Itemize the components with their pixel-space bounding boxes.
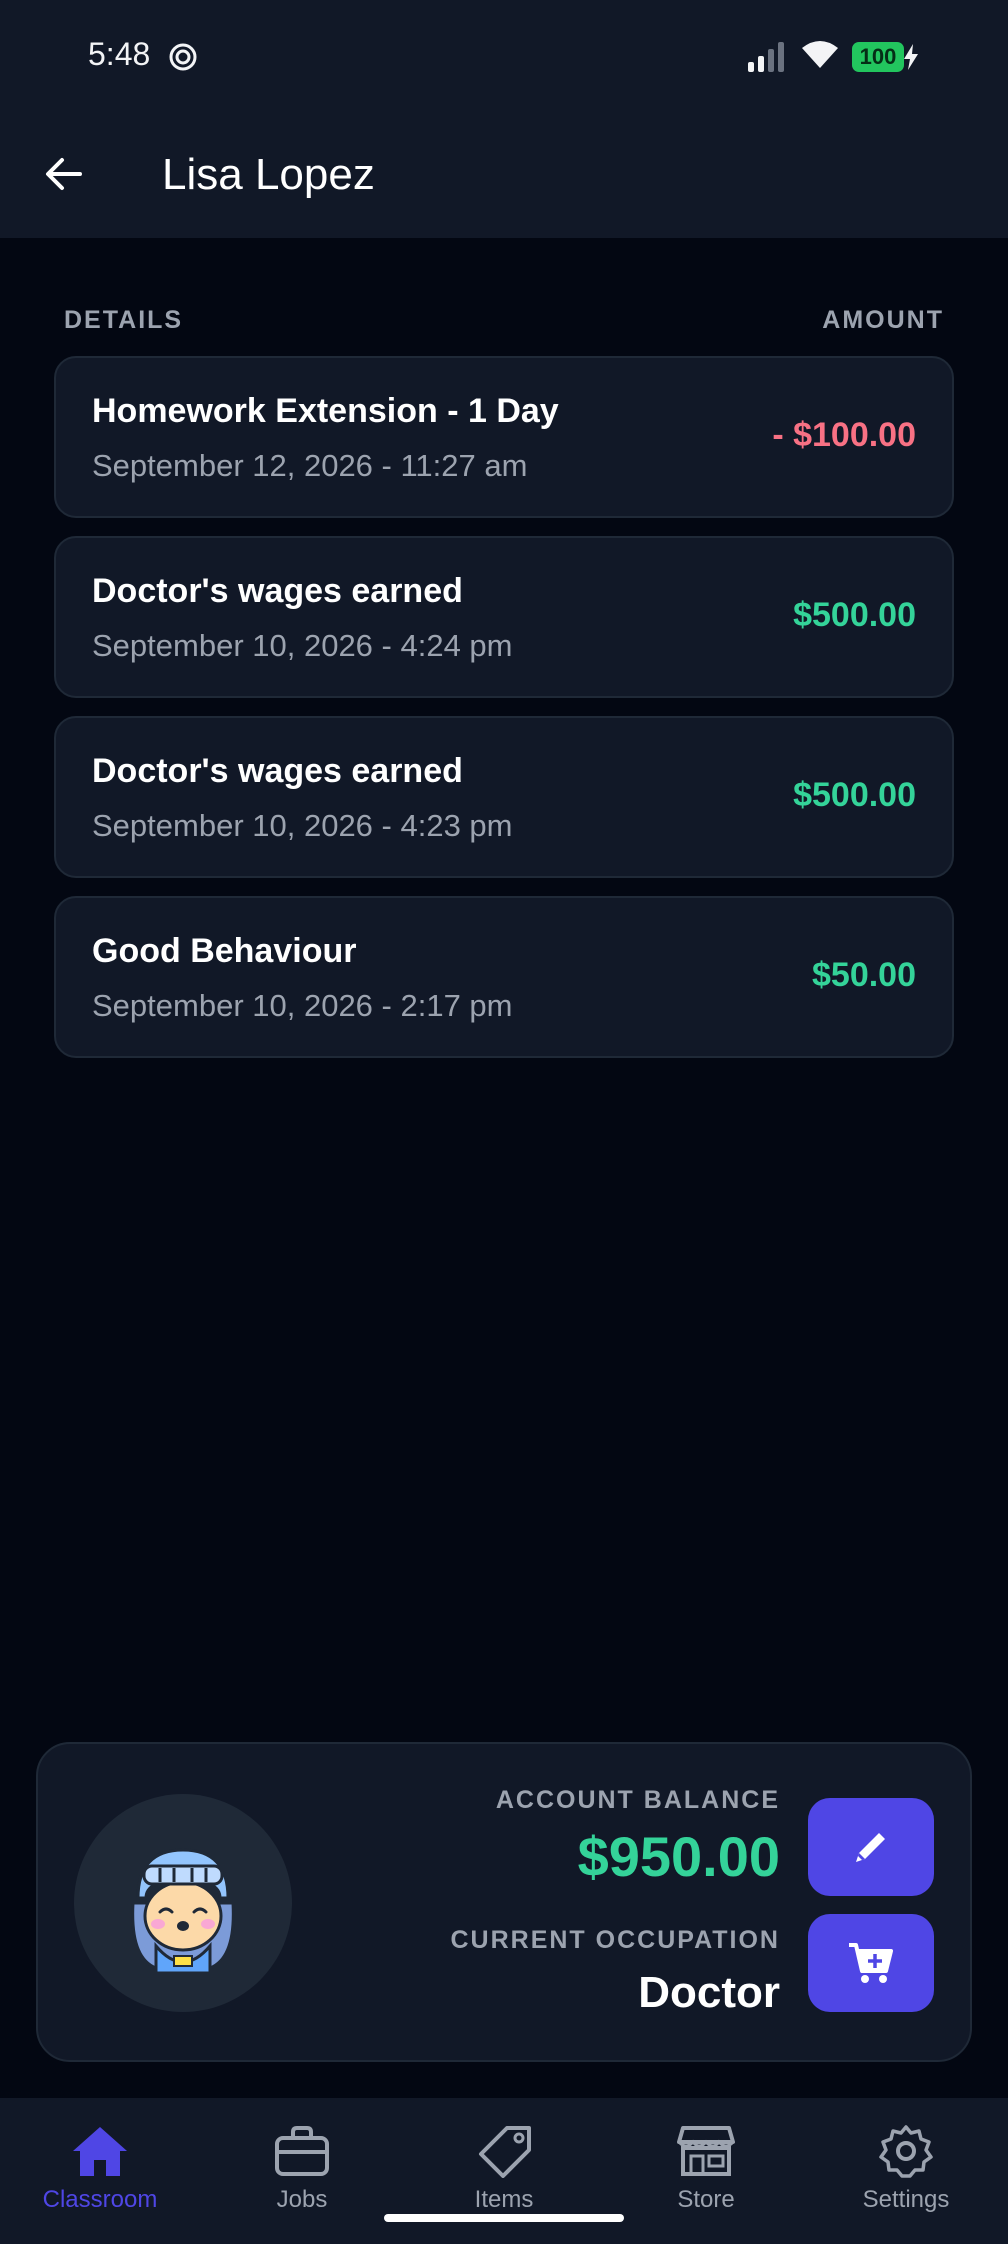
nav-label: Classroom <box>42 2186 158 2213</box>
status-bar: 5:48 100 <box>0 0 1008 112</box>
back-button[interactable] <box>38 148 90 200</box>
transaction-date: September 10, 2026 - 2:17 pm <box>92 988 513 1023</box>
nav-label: Store <box>677 2186 735 2213</box>
transaction-title: Good Behaviour <box>92 932 357 970</box>
transaction-item[interactable]: Homework Extension - 1 Day September 12,… <box>54 356 954 518</box>
charging-icon <box>904 44 918 70</box>
gear-icon <box>879 2125 933 2178</box>
transaction-item[interactable]: Doctor's wages earned September 10, 2026… <box>54 536 954 698</box>
arrow-left-icon <box>46 158 82 190</box>
account-summary-panel: ACCOUNT BALANCE $950.00 CURRENT OCCUPATI… <box>36 1742 972 2062</box>
edit-balance-button[interactable] <box>808 1798 934 1896</box>
notification-ring-icon <box>169 43 197 71</box>
avatar <box>74 1794 292 2012</box>
bottom-navigation: Classroom Jobs Items Store Settings <box>0 2098 1008 2244</box>
nav-item-store[interactable]: Store <box>616 2124 796 2224</box>
home-icon <box>73 2127 127 2176</box>
details-column-header: DETAILS <box>64 306 184 334</box>
cart-plus-icon <box>849 1943 893 1983</box>
tag-icon <box>479 2126 531 2178</box>
transaction-date: September 10, 2026 - 4:24 pm <box>92 628 513 663</box>
status-time: 5:48 <box>88 36 151 72</box>
home-indicator[interactable] <box>384 2214 624 2222</box>
transaction-item[interactable]: Good Behaviour September 10, 2026 - 2:17… <box>54 896 954 1058</box>
transaction-title: Doctor's wages earned <box>92 572 463 610</box>
wifi-icon <box>802 41 838 68</box>
nav-label: Items <box>474 2186 534 2213</box>
transaction-amount: - $100.00 <box>772 416 916 454</box>
occupation-label: CURRENT OCCUPATION <box>450 1926 780 1954</box>
balance-label: ACCOUNT BALANCE <box>495 1786 780 1814</box>
balance-value: $950.00 <box>577 1825 780 1888</box>
transaction-item[interactable]: Doctor's wages earned September 10, 2026… <box>54 716 954 878</box>
nav-item-classroom[interactable]: Classroom <box>10 2124 190 2224</box>
battery-indicator: 100 <box>852 42 904 72</box>
transaction-amount: $50.00 <box>812 956 916 994</box>
pencil-icon <box>856 1833 885 1862</box>
signal-icon <box>748 42 784 72</box>
knight-avatar-icon <box>131 1848 235 1975</box>
transaction-title: Homework Extension - 1 Day <box>92 392 559 430</box>
transaction-date: September 10, 2026 - 4:23 pm <box>92 808 513 843</box>
nav-label: Jobs <box>276 2186 328 2213</box>
purchase-button[interactable] <box>808 1914 934 2012</box>
amount-column-header: AMOUNT <box>822 306 944 334</box>
nav-item-jobs[interactable]: Jobs <box>212 2124 392 2224</box>
store-icon <box>677 2126 735 2176</box>
transaction-amount: $500.00 <box>793 776 916 814</box>
briefcase-icon <box>275 2126 329 2176</box>
occupation-value: Doctor <box>638 1968 780 2017</box>
transaction-title: Doctor's wages earned <box>92 752 463 790</box>
transaction-date: September 12, 2026 - 11:27 am <box>92 448 528 483</box>
nav-item-items[interactable]: Items <box>414 2124 594 2224</box>
nav-item-settings[interactable]: Settings <box>816 2124 996 2224</box>
top-bar: 5:48 100 Lisa Lopez <box>0 0 1008 238</box>
nav-label: Settings <box>862 2186 950 2213</box>
page-title: Lisa Lopez <box>162 150 375 199</box>
transaction-amount: $500.00 <box>793 596 916 634</box>
